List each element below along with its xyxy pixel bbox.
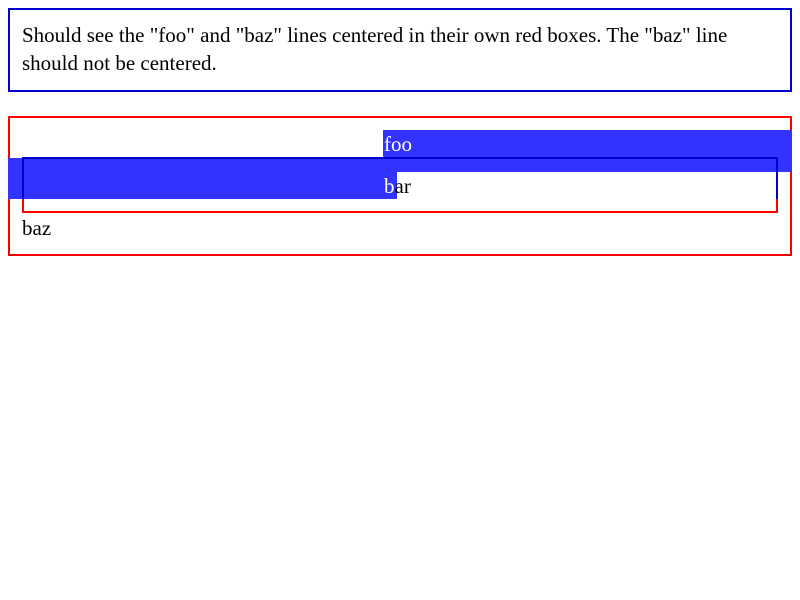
bar-line: bar xyxy=(384,172,411,200)
description-text: Should see the "foo" and "baz" lines cen… xyxy=(22,23,728,75)
bar-line-rest: ar xyxy=(394,174,411,198)
baz-line: baz xyxy=(22,216,52,240)
bar-line-first-letter: b xyxy=(384,174,395,198)
description-box: Should see the "foo" and "baz" lines cen… xyxy=(8,8,792,92)
foo-line: foo xyxy=(384,132,412,156)
